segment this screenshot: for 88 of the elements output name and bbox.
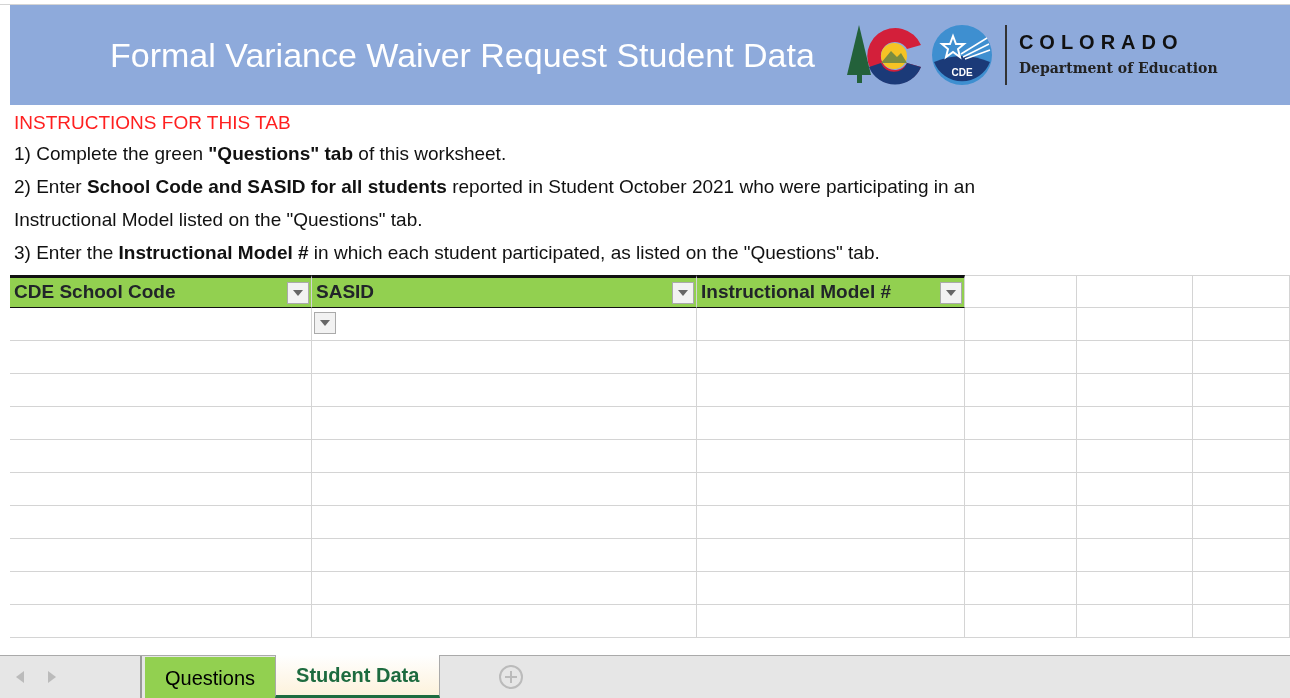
- spreadsheet-cell[interactable]: [965, 308, 1077, 341]
- instructions-heading: INSTRUCTIONS FOR THIS TAB: [14, 111, 292, 135]
- column-header-text: SASID: [316, 280, 375, 305]
- filter-button[interactable]: [314, 312, 336, 334]
- spreadsheet-cell[interactable]: [1193, 308, 1290, 341]
- spreadsheet-cell[interactable]: [312, 308, 697, 341]
- dropdown-arrow-icon: [678, 289, 688, 296]
- spreadsheet-cell[interactable]: [1077, 473, 1193, 506]
- spreadsheet-cell[interactable]: [965, 473, 1077, 506]
- spreadsheet-cell[interactable]: [312, 374, 697, 407]
- spreadsheet-cell[interactable]: [1193, 605, 1290, 638]
- spreadsheet-cell[interactable]: [1077, 605, 1193, 638]
- spreadsheet-cell[interactable]: [1193, 374, 1290, 407]
- spreadsheet-cell[interactable]: [10, 308, 312, 341]
- spreadsheet-cell[interactable]: [10, 539, 312, 572]
- spreadsheet-cell[interactable]: [965, 440, 1077, 473]
- spreadsheet-cell[interactable]: [10, 473, 312, 506]
- spreadsheet-cell[interactable]: [1193, 341, 1290, 374]
- spreadsheet-cell[interactable]: [1077, 374, 1193, 407]
- spreadsheet-cell[interactable]: [1193, 572, 1290, 605]
- instruction-text: Instructional Model listed on the "Questions" tab.: [14, 208, 424, 232]
- spreadsheet-cell[interactable]: [1077, 572, 1193, 605]
- spreadsheet-cell[interactable]: [1077, 308, 1193, 341]
- spreadsheet-cell[interactable]: [697, 407, 965, 440]
- spreadsheet-cell[interactable]: [1077, 341, 1193, 374]
- organization-subtitle: Department of Education: [1018, 58, 1218, 78]
- filter-button[interactable]: [940, 281, 962, 304]
- column-header-text: Instructional Model #: [701, 280, 892, 305]
- spreadsheet-cell[interactable]: [312, 572, 697, 605]
- seal-drawing: CDE: [930, 24, 993, 86]
- sheet-title: Formal Variance Waiver Request Student Data: [110, 34, 815, 76]
- filter-button[interactable]: [287, 281, 309, 304]
- spreadsheet-cell[interactable]: [10, 341, 312, 374]
- spreadsheet-cell[interactable]: [10, 374, 312, 407]
- scroll-right-icon[interactable]: [48, 671, 56, 683]
- spreadsheet-cell[interactable]: [312, 440, 697, 473]
- column-header-text: CDE School Code: [14, 280, 176, 305]
- spreadsheet-cell[interactable]: [965, 572, 1077, 605]
- spreadsheet-cell[interactable]: [965, 605, 1077, 638]
- spreadsheet-cell[interactable]: [965, 539, 1077, 572]
- spreadsheet-cell[interactable]: [697, 308, 965, 341]
- spreadsheet-cell[interactable]: [1077, 506, 1193, 539]
- spreadsheet-cell[interactable]: [312, 341, 697, 374]
- instruction-text: 3) Enter the Instructional Model # in which each student participated, as listed on the "Questions" tab.: [14, 241, 881, 265]
- spreadsheet-cell[interactable]: [697, 440, 965, 473]
- spreadsheet-cell[interactable]: [312, 407, 697, 440]
- spreadsheet-cell[interactable]: [697, 341, 965, 374]
- spreadsheet-cell[interactable]: [965, 341, 1077, 374]
- spreadsheet-cell[interactable]: [10, 407, 312, 440]
- spreadsheet-cell[interactable]: [1077, 275, 1193, 308]
- spreadsheet-cell[interactable]: [1077, 539, 1193, 572]
- spreadsheet-cell[interactable]: [1193, 275, 1290, 308]
- organization-name: COLORADO: [1018, 31, 1185, 52]
- spreadsheet-cell[interactable]: [312, 473, 697, 506]
- spreadsheet-cell[interactable]: [1193, 440, 1290, 473]
- spreadsheet-cell[interactable]: [697, 539, 965, 572]
- spreadsheet-cell[interactable]: [1193, 506, 1290, 539]
- spreadsheet-cell[interactable]: [10, 572, 312, 605]
- spreadsheet-cell[interactable]: [697, 605, 965, 638]
- dropdown-arrow-icon: [293, 289, 303, 296]
- instruction-text: 2) Enter School Code and SASID for all students reported in Student October 2021 who were participating in an: [14, 175, 976, 199]
- filter-button[interactable]: [672, 281, 694, 304]
- spreadsheet-cell[interactable]: [965, 407, 1077, 440]
- spreadsheet-cell[interactable]: [965, 506, 1077, 539]
- spreadsheet-cell[interactable]: [965, 374, 1077, 407]
- spreadsheet-cell[interactable]: [1077, 407, 1193, 440]
- spreadsheet-cell[interactable]: [697, 572, 965, 605]
- spreadsheet-cell[interactable]: [965, 275, 1077, 308]
- spreadsheet-cell[interactable]: [1077, 440, 1193, 473]
- instruction-text: 1) Complete the green "Questions" tab of this worksheet.: [14, 142, 508, 166]
- spreadsheet-cell[interactable]: [10, 506, 312, 539]
- dropdown-arrow-icon: [946, 289, 956, 296]
- sheet-tab[interactable]: Questions: [145, 657, 276, 698]
- spreadsheet-cell[interactable]: [697, 374, 965, 407]
- dropdown-arrow-icon: [320, 320, 330, 326]
- scroll-left-icon[interactable]: [16, 671, 24, 683]
- sheet-tab[interactable]: Student Data: [275, 655, 441, 698]
- spreadsheet-cell[interactable]: [1193, 473, 1290, 506]
- spreadsheet-cell[interactable]: [10, 440, 312, 473]
- spreadsheet-cell[interactable]: [1193, 539, 1290, 572]
- spreadsheet-cell[interactable]: [697, 506, 965, 539]
- add-sheet-icon[interactable]: [498, 664, 525, 690]
- spreadsheet-cell[interactable]: [697, 473, 965, 506]
- spreadsheet-cell[interactable]: [312, 539, 697, 572]
- spreadsheet-cell[interactable]: [312, 506, 697, 539]
- spreadsheet-cell[interactable]: [1193, 407, 1290, 440]
- spreadsheet-cell[interactable]: [10, 605, 312, 638]
- spreadsheet-cell[interactable]: [312, 605, 697, 638]
